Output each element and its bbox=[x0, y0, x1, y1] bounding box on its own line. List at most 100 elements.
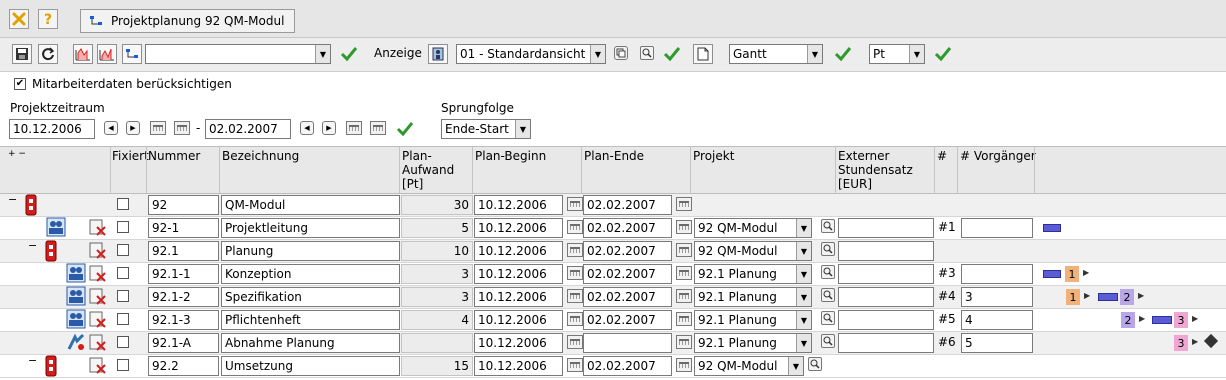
prev-start-icon[interactable]: ◀ bbox=[104, 121, 118, 135]
calendar-icon[interactable] bbox=[676, 312, 692, 326]
bezeichnung-field[interactable]: Konzeption bbox=[221, 264, 400, 284]
col-bezeichnung[interactable]: Bezeichnung bbox=[222, 149, 299, 163]
stundensatz-field[interactable] bbox=[838, 218, 934, 238]
mitarbeiter-checkbox[interactable]: ✔ bbox=[14, 78, 26, 90]
collapse-toggle[interactable]: − bbox=[28, 239, 37, 252]
stundensatz-field[interactable] bbox=[838, 287, 934, 307]
gantt-bar[interactable] bbox=[1043, 224, 1061, 232]
fixiert-checkbox[interactable] bbox=[117, 244, 129, 256]
projekt-select[interactable]: 92.1 Planung ▼ bbox=[694, 333, 812, 353]
stundensatz-field[interactable] bbox=[838, 310, 934, 330]
col-hash[interactable]: # bbox=[937, 149, 947, 163]
stundensatz-field[interactable] bbox=[838, 333, 934, 353]
save-icon[interactable] bbox=[12, 44, 32, 64]
fixiert-checkbox[interactable] bbox=[117, 267, 129, 279]
vorgaenger-field[interactable]: 3 bbox=[961, 287, 1033, 307]
beginn-field[interactable]: 10.12.2006 bbox=[474, 333, 563, 353]
apply-mode-check-icon[interactable] bbox=[833, 44, 853, 64]
calendar-icon[interactable] bbox=[676, 289, 692, 303]
project-tab[interactable]: Projektplanung 92 QM-Modul bbox=[80, 9, 296, 33]
prev-end-icon[interactable]: ◀ bbox=[300, 121, 314, 135]
projekt-select[interactable]: 92.1 Planung ▼ bbox=[694, 264, 812, 284]
bezeichnung-field[interactable]: Abnahme Planung bbox=[221, 333, 400, 353]
nummer-field[interactable]: 92.1-3 bbox=[148, 310, 219, 330]
nummer-field[interactable]: 92.2 bbox=[148, 356, 219, 376]
beginn-field[interactable]: 10.12.2006 bbox=[474, 195, 563, 215]
delete-task-icon[interactable] bbox=[89, 357, 107, 378]
calendar-icon[interactable] bbox=[567, 335, 583, 349]
project-plan-icon[interactable] bbox=[122, 44, 142, 64]
vorgaenger-field[interactable]: 5 bbox=[961, 333, 1033, 353]
bezeichnung-field[interactable]: Spezifikation bbox=[221, 287, 400, 307]
vorgaenger-field[interactable] bbox=[961, 218, 1033, 238]
fixiert-checkbox[interactable] bbox=[117, 336, 129, 348]
calendar-icon[interactable] bbox=[567, 358, 583, 372]
beginn-field[interactable]: 10.12.2006 bbox=[474, 218, 563, 238]
beginn-field[interactable]: 10.12.2006 bbox=[474, 241, 563, 261]
projekt-select[interactable]: 92.1 Planung ▼ bbox=[694, 310, 812, 330]
mitarbeiter-option[interactable]: ✔ Mitarbeiterdaten berücksichtigen bbox=[14, 77, 232, 91]
calendar-icon[interactable] bbox=[370, 121, 386, 135]
ende-field[interactable]: 02.02.2007 bbox=[583, 356, 672, 376]
calendar-icon[interactable] bbox=[174, 121, 190, 135]
calendar-icon[interactable] bbox=[676, 197, 692, 211]
ende-field[interactable] bbox=[583, 333, 672, 353]
col-satz-1[interactable]: Externer bbox=[838, 149, 889, 163]
nummer-field[interactable]: 92.1-1 bbox=[148, 264, 219, 284]
apply-project-check-icon[interactable] bbox=[339, 44, 359, 64]
calendar-icon[interactable] bbox=[676, 243, 692, 257]
nummer-field[interactable]: 92-1 bbox=[148, 218, 219, 238]
calendar-icon[interactable] bbox=[346, 121, 362, 135]
calendar-icon[interactable] bbox=[567, 197, 583, 211]
projekt-select[interactable]: 92.1 Planung ▼ bbox=[694, 287, 812, 307]
calendar-icon[interactable] bbox=[567, 243, 583, 257]
project-select[interactable]: ▼ bbox=[145, 44, 331, 64]
projekt-select[interactable]: 92 QM-Modul ▼ bbox=[694, 218, 812, 238]
expand-collapse-all[interactable]: + − bbox=[8, 147, 26, 161]
collapse-toggle[interactable]: − bbox=[28, 354, 37, 367]
calendar-icon[interactable] bbox=[676, 335, 692, 349]
fixiert-checkbox[interactable] bbox=[117, 313, 129, 325]
copy-view-icon[interactable] bbox=[614, 46, 628, 60]
search-icon[interactable] bbox=[821, 219, 835, 233]
search-icon[interactable] bbox=[821, 288, 835, 302]
nummer-field[interactable]: 92.1 bbox=[148, 241, 219, 261]
next-end-icon[interactable]: ▶ bbox=[322, 121, 336, 135]
view-config-icon[interactable] bbox=[428, 44, 448, 64]
apply-view-check-icon[interactable] bbox=[662, 44, 682, 64]
bezeichnung-field[interactable]: Umsetzung bbox=[221, 356, 400, 376]
col-aufwand-1[interactable]: Plan- bbox=[402, 149, 432, 163]
bezeichnung-field[interactable]: Projektleitung bbox=[221, 218, 400, 238]
col-ende[interactable]: Plan-Ende bbox=[584, 149, 644, 163]
gantt-bar[interactable] bbox=[1152, 316, 1172, 324]
delete-task-icon[interactable] bbox=[89, 265, 107, 286]
projekt-select[interactable]: 92 QM-Modul ▼ bbox=[694, 241, 812, 261]
bezeichnung-field[interactable]: QM-Modul bbox=[221, 195, 400, 215]
next-start-icon[interactable]: ▶ bbox=[126, 121, 140, 135]
col-beginn[interactable]: Plan-Beginn bbox=[475, 149, 546, 163]
delete-task-icon[interactable] bbox=[89, 334, 107, 355]
stundensatz-field[interactable] bbox=[838, 264, 934, 284]
vorgaenger-field[interactable]: 4 bbox=[961, 310, 1033, 330]
calendar-icon[interactable] bbox=[676, 266, 692, 280]
calendar-icon[interactable] bbox=[567, 289, 583, 303]
nummer-field[interactable]: 92.1-2 bbox=[148, 287, 219, 307]
beginn-field[interactable]: 10.12.2006 bbox=[474, 310, 563, 330]
gantt-bar[interactable] bbox=[1098, 293, 1118, 301]
delete-task-icon[interactable] bbox=[89, 219, 107, 240]
vorgaenger-field[interactable] bbox=[961, 264, 1033, 284]
beginn-field[interactable]: 10.12.2006 bbox=[474, 264, 563, 284]
search-icon[interactable] bbox=[821, 334, 835, 348]
calendar-icon[interactable] bbox=[676, 220, 692, 234]
search-icon[interactable] bbox=[821, 265, 835, 279]
ende-field[interactable]: 02.02.2007 bbox=[583, 241, 672, 261]
unit-select[interactable]: Pt ▼ bbox=[869, 44, 925, 64]
ende-field[interactable]: 02.02.2007 bbox=[583, 218, 672, 238]
projekt-select[interactable]: 92 QM-Modul ▼ bbox=[694, 356, 804, 376]
range-end-field[interactable]: 02.02.2007 bbox=[205, 119, 291, 139]
ende-field[interactable]: 02.02.2007 bbox=[583, 287, 672, 307]
stundensatz-field[interactable] bbox=[838, 241, 934, 261]
delete-task-icon[interactable] bbox=[89, 288, 107, 309]
search-icon[interactable] bbox=[821, 311, 835, 325]
beginn-field[interactable]: 10.12.2006 bbox=[474, 287, 563, 307]
